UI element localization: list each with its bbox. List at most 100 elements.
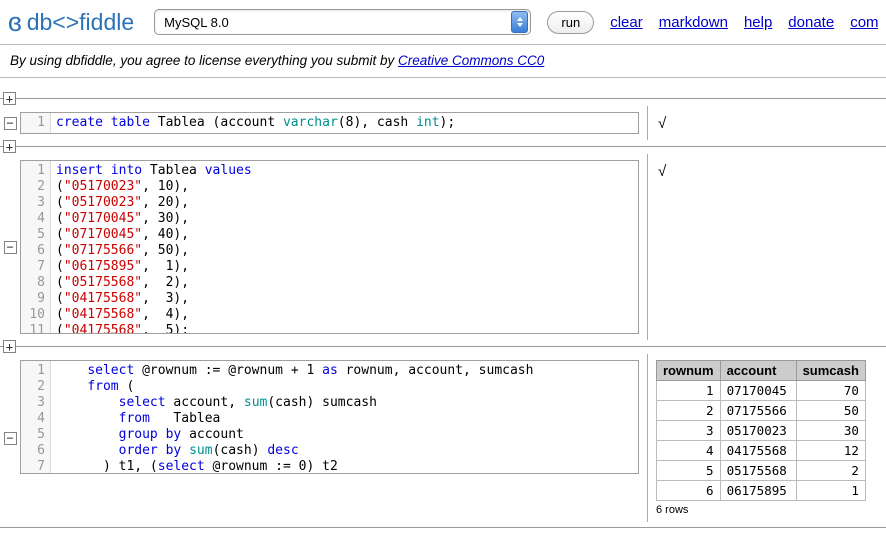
result-column-header: rownum [656, 360, 721, 381]
code-line: order by sum(cash) desc [118, 443, 299, 458]
collapse-panel-button[interactable]: − [3, 240, 17, 254]
line-numbers: 1 2 3 4 5 6 7 8 9 10 11 [21, 161, 51, 333]
line-number: 3 [37, 195, 45, 210]
result-row: 6 06175895 1 [656, 480, 866, 501]
add-panel-button[interactable]: + [3, 92, 16, 105]
panel-separator [0, 98, 886, 99]
collapse-panel-button[interactable]: − [3, 431, 17, 445]
select-arrows-icon [511, 11, 529, 33]
code-line: ("07175566", 50), [56, 243, 190, 258]
success-indicator: √ [658, 163, 667, 180]
result-table: rownum account sumcash 1 07170045 70 2 07175566… [656, 360, 866, 501]
success-indicator: √ [658, 115, 667, 132]
result-row: 2 07175566 50 [656, 400, 866, 421]
code-line: ("04175568", 4), [56, 307, 190, 322]
result-row: 4 04175568 12 [656, 440, 866, 461]
code-line: ) t1, (select @rownum := 0) t2 [56, 459, 338, 473]
line-number: 2 [37, 179, 45, 194]
panel-separator [0, 346, 886, 347]
line-number: 7 [37, 259, 45, 274]
line-number: 1 [37, 363, 45, 378]
code-line: select @rownum := @rownum + 1 as rownum,… [87, 363, 534, 378]
notice-text: By using dbfiddle, you agree to license … [10, 53, 398, 68]
result-cell: 6 [656, 480, 721, 501]
header-links: clear markdown help donate com [610, 14, 878, 31]
add-panel-row-1: + [0, 92, 886, 106]
line-number: 2 [37, 379, 45, 394]
line-number: 4 [37, 411, 45, 426]
line-number: 5 [37, 227, 45, 242]
result-cell: 2 [656, 400, 721, 421]
panel-separator [0, 146, 886, 147]
row-count: 6 rows [656, 504, 689, 516]
line-number: 3 [37, 395, 45, 410]
code-line: insert into Tablea values [56, 163, 252, 178]
add-panel-button[interactable]: + [3, 140, 16, 153]
line-number: 1 [37, 163, 45, 178]
logo-text: db<>fiddle [26, 8, 135, 35]
line-numbers: 1234567 [21, 361, 51, 473]
code-line: select account, sum(cash) sumcash [118, 395, 377, 410]
panel-separator-bottom [0, 527, 886, 528]
line-number: 4 [37, 211, 45, 226]
collapse-panel-button[interactable]: − [3, 116, 17, 130]
cc0-license-link[interactable]: Creative Commons CC0 [398, 53, 544, 68]
line-number: 7 [37, 459, 45, 474]
result-cell: 30 [795, 420, 866, 441]
result-cell: 3 [656, 420, 721, 441]
comments-link[interactable]: com [850, 14, 878, 31]
add-panel-row-2: + [0, 140, 886, 154]
code-area[interactable]: select @rownum := @rownum + 1 as rownum,… [51, 361, 638, 473]
main: + − 1 create table Tablea (account varch… [0, 78, 886, 528]
result-cell: 50 [795, 400, 866, 421]
code-line: group by account [118, 427, 244, 442]
code-area[interactable]: create table Tablea (account varchar(8),… [51, 113, 638, 133]
result-column-header: account [719, 360, 797, 381]
sql-editor-2[interactable]: 1 2 3 4 5 6 7 8 9 10 11 insert into Tablea values(… [20, 160, 639, 334]
sql-editor-1[interactable]: 1 create table Tablea (account varchar(8… [20, 112, 639, 134]
result-cell: 07170045 [719, 380, 797, 401]
code-line: ("05170023", 20), [56, 195, 190, 210]
result-cell: 07175566 [719, 400, 797, 421]
database-select-value: MySQL 8.0 [164, 14, 229, 30]
dbfiddle-logo-icon: ɞ [8, 6, 22, 37]
add-panel-button[interactable]: + [3, 340, 16, 353]
logo[interactable]: ɞ db<>fiddle [8, 6, 135, 37]
add-panel-row-3: + [0, 340, 886, 354]
result-row: 5 05175568 2 [656, 460, 866, 481]
result-cell: 04175568 [719, 440, 797, 461]
line-number: 9 [37, 291, 45, 306]
result-cell: 06175895 [719, 480, 797, 501]
database-select[interactable]: MySQL 8.0 [154, 9, 532, 35]
line-number: 6 [37, 443, 45, 458]
line-number: 1 [37, 115, 45, 130]
code-line: from ( [87, 379, 135, 394]
code-line: ("04175568", 5); [56, 323, 190, 333]
line-number: 10 [29, 307, 45, 322]
result-row: 3 05170023 30 [656, 420, 866, 441]
result-cell: 12 [795, 440, 866, 461]
result-cell: 1 [795, 480, 866, 501]
code-line: ("04175568", 3), [56, 291, 190, 306]
line-number: 11 [29, 323, 45, 334]
code-line: create table Tablea (account varchar(8),… [56, 115, 456, 130]
code-line: ("06175895", 1), [56, 259, 190, 274]
result-cell: 2 [795, 460, 866, 481]
help-link[interactable]: help [744, 14, 772, 31]
query-panel-1: − 1 create table Tablea (account varchar… [0, 106, 886, 140]
line-number: 8 [37, 275, 45, 290]
query-panel-3: − 1234567 select @rownum := @rownum + 1 … [0, 354, 886, 522]
query-panel-2: − 1 2 3 4 5 6 7 8 9 10 11 insert into Tablea value… [0, 154, 886, 340]
donate-link[interactable]: donate [788, 14, 834, 31]
result-column-header: sumcash [795, 360, 866, 381]
code-area[interactable]: insert into Tablea values ("05170023", 10… [51, 161, 638, 333]
markdown-link[interactable]: markdown [659, 14, 728, 31]
license-notice: By using dbfiddle, you agree to license … [0, 45, 886, 78]
sql-editor-3[interactable]: 1234567 select @rownum := @rownum + 1 as… [20, 360, 639, 474]
run-button[interactable]: run [547, 10, 595, 34]
result-cell: 70 [795, 380, 866, 401]
clear-link[interactable]: clear [610, 14, 643, 31]
header: ɞ db<>fiddle MySQL 8.0 run clear markdow… [0, 0, 886, 45]
code-line: from Tablea [118, 411, 221, 426]
result-cell: 05170023 [719, 420, 797, 441]
